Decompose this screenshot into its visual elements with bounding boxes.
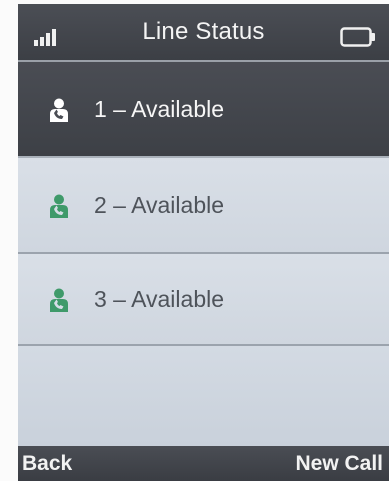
phone-user-icon bbox=[50, 98, 68, 122]
line-label: 3 – Available bbox=[94, 286, 225, 312]
phone-user-icon bbox=[50, 288, 68, 312]
line-item-2[interactable]: 2 – Available bbox=[18, 158, 389, 254]
empty-list-area bbox=[18, 346, 389, 446]
line-item-3[interactable]: 3 – Available bbox=[18, 254, 389, 346]
new-call-softkey[interactable]: New Call bbox=[295, 452, 383, 476]
back-softkey[interactable]: Back bbox=[22, 452, 72, 476]
phone-screen: Line Status 1 – Available 2 – Available … bbox=[18, 4, 389, 481]
phone-user-icon bbox=[50, 194, 68, 218]
battery-icon bbox=[340, 27, 375, 47]
line-item-1[interactable]: 1 – Available bbox=[18, 62, 389, 158]
status-bar: Line Status bbox=[18, 4, 389, 62]
line-label: 2 – Available bbox=[94, 192, 225, 218]
softkey-bar: Back New Call bbox=[18, 446, 389, 481]
line-label: 1 – Available bbox=[94, 96, 225, 122]
page-title: Line Status bbox=[142, 18, 265, 45]
